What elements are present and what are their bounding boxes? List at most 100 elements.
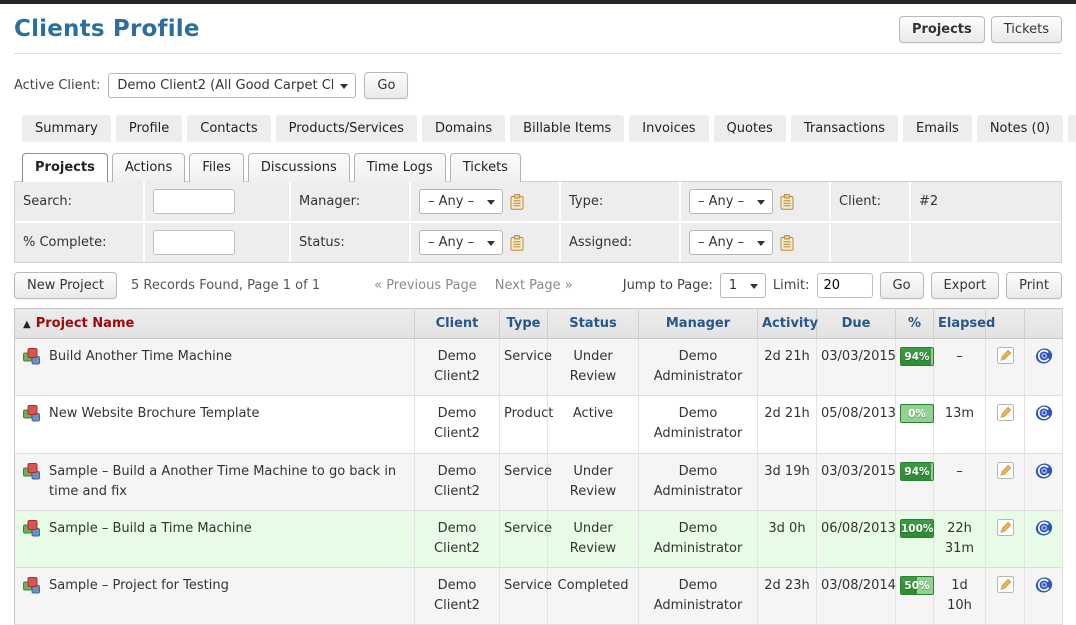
active-client-label: Active Client: <box>14 78 100 93</box>
link-icon[interactable] <box>1035 519 1053 537</box>
header-nav: Projects Tickets <box>899 16 1062 43</box>
column-header-client[interactable]: Client <box>415 309 500 339</box>
tab-products-services[interactable]: Products/Services <box>276 115 417 142</box>
subtab-projects[interactable]: Projects <box>22 153 108 182</box>
tickets-nav-button[interactable]: Tickets <box>991 16 1062 43</box>
status-report-clipboard-icon[interactable] <box>510 235 524 251</box>
tab-notes[interactable]: Notes (0) <box>977 115 1063 142</box>
jump-to-page-label: Jump to Page: <box>623 278 713 293</box>
cell-due: 03/08/2014 <box>817 568 896 625</box>
tab-contacts[interactable]: Contacts <box>187 115 270 142</box>
cell-link <box>1025 339 1063 396</box>
cell-link <box>1025 510 1063 567</box>
column-header-activity[interactable]: Activity <box>758 309 817 339</box>
tab-profile[interactable]: Profile <box>116 115 182 142</box>
project-name[interactable]: Sample – Build a Another Time Machine to… <box>49 462 410 502</box>
column-header-elapsed[interactable]: Elapsed <box>934 309 986 339</box>
project-name[interactable]: Build Another Time Machine <box>49 347 232 367</box>
cell-due: 05/08/2013 <box>817 396 896 453</box>
edit-icon[interactable] <box>997 576 1014 593</box>
project-name[interactable]: New Website Brochure Template <box>49 404 260 424</box>
tab-summary[interactable]: Summary <box>22 115 111 142</box>
tab-quotes[interactable]: Quotes <box>714 115 786 142</box>
type-report-clipboard-icon[interactable] <box>780 194 794 210</box>
tab-log[interactable]: Log <box>1068 115 1076 142</box>
manager-report-clipboard-icon[interactable] <box>510 194 524 210</box>
assigned-select[interactable]: – Any – <box>689 230 773 255</box>
limit-label: Limit: <box>773 278 810 293</box>
column-header-manager[interactable]: Manager <box>639 309 758 339</box>
subtab-files[interactable]: Files <box>189 153 244 182</box>
table-toolbar: New Project 5 Records Found, Page 1 of 1… <box>14 272 1062 299</box>
tab-billable-items[interactable]: Billable Items <box>510 115 624 142</box>
active-client-select[interactable]: Demo Client2 (All Good Carpet Cleaning) <box>108 73 356 98</box>
cell-edit <box>986 339 1025 396</box>
edit-icon[interactable] <box>997 519 1014 536</box>
limit-input[interactable] <box>817 273 873 298</box>
tab-transactions[interactable]: Transactions <box>791 115 898 142</box>
cell-percent: 50% <box>896 568 934 625</box>
cell-percent: 94% <box>896 453 934 510</box>
project-cubes-icon <box>23 348 41 372</box>
go-client-button[interactable]: Go <box>364 72 408 99</box>
manager-label: Manager: <box>299 194 360 209</box>
edit-icon[interactable] <box>997 462 1014 479</box>
cell-edit <box>986 453 1025 510</box>
link-icon[interactable] <box>1035 404 1053 422</box>
type-select[interactable]: – Any – <box>689 189 773 214</box>
column-header-percent[interactable]: % <box>896 309 934 339</box>
edit-icon[interactable] <box>997 347 1014 364</box>
tab-invoices[interactable]: Invoices <box>629 115 708 142</box>
subtab-time-logs[interactable]: Time Logs <box>354 153 446 182</box>
progress-badge: 50% <box>900 576 934 595</box>
column-header-type[interactable]: Type <box>500 309 548 339</box>
table-row[interactable]: Sample – Project for Testing Demo Client… <box>15 568 1063 625</box>
project-name[interactable]: Sample – Project for Testing <box>49 576 229 596</box>
subtab-tickets[interactable]: Tickets <box>450 153 521 182</box>
column-header-status[interactable]: Status <box>548 309 639 339</box>
export-button[interactable]: Export <box>931 272 1000 299</box>
percent-complete-label: % Complete: <box>23 235 107 250</box>
progress-label: 94% <box>901 348 933 366</box>
link-icon[interactable] <box>1035 462 1053 480</box>
cell-edit <box>986 568 1025 625</box>
subtab-discussions[interactable]: Discussions <box>248 153 350 182</box>
next-page-link[interactable]: Next Page » <box>495 278 573 293</box>
link-icon[interactable] <box>1035 347 1053 365</box>
cell-status: Under Review <box>548 453 639 510</box>
cell-link <box>1025 396 1063 453</box>
cell-elapsed: – <box>934 339 986 396</box>
edit-icon[interactable] <box>997 404 1014 421</box>
assigned-report-clipboard-icon[interactable] <box>780 235 794 251</box>
sub-tabs: Projects Actions Files Discussions Time … <box>14 153 1062 182</box>
percent-complete-input[interactable] <box>153 230 235 255</box>
subtab-actions[interactable]: Actions <box>112 153 186 182</box>
cell-status: Under Review <box>548 339 639 396</box>
previous-page-link[interactable]: « Previous Page <box>374 278 477 293</box>
new-project-button[interactable]: New Project <box>14 272 117 299</box>
column-header-due[interactable]: Due <box>817 309 896 339</box>
link-icon[interactable] <box>1035 576 1053 594</box>
status-select[interactable]: – Any – <box>419 230 503 255</box>
projects-nav-button[interactable]: Projects <box>899 16 985 43</box>
jump-to-page-select[interactable]: 1 <box>720 273 766 298</box>
column-header-project-name[interactable]: ▲Project Name <box>15 309 415 339</box>
table-row[interactable]: Sample – Build a Time Machine Demo Clien… <box>15 510 1063 567</box>
table-row[interactable]: New Website Brochure Template Demo Clien… <box>15 396 1063 453</box>
search-input[interactable] <box>153 189 235 214</box>
progress-badge: 0% <box>900 404 934 423</box>
client-id-value: #2 <box>919 194 938 209</box>
active-client-row: Active Client: Demo Client2 (All Good Ca… <box>14 72 1062 99</box>
tab-domains[interactable]: Domains <box>422 115 505 142</box>
toolbar-right: Jump to Page: 1 Limit: Go Export Print <box>623 272 1062 299</box>
go-button[interactable]: Go <box>880 272 924 299</box>
tab-emails[interactable]: Emails <box>903 115 972 142</box>
table-row[interactable]: Sample – Build a Another Time Machine to… <box>15 453 1063 510</box>
manager-select[interactable]: – Any – <box>419 189 503 214</box>
project-name[interactable]: Sample – Build a Time Machine <box>49 519 252 539</box>
print-button[interactable]: Print <box>1006 272 1062 299</box>
cell-activity: 2d 21h <box>758 396 817 453</box>
cell-due: 06/08/2013 <box>817 510 896 567</box>
table-row[interactable]: Build Another Time Machine Demo Client2 … <box>15 339 1063 396</box>
cell-type: Service <box>500 568 548 625</box>
